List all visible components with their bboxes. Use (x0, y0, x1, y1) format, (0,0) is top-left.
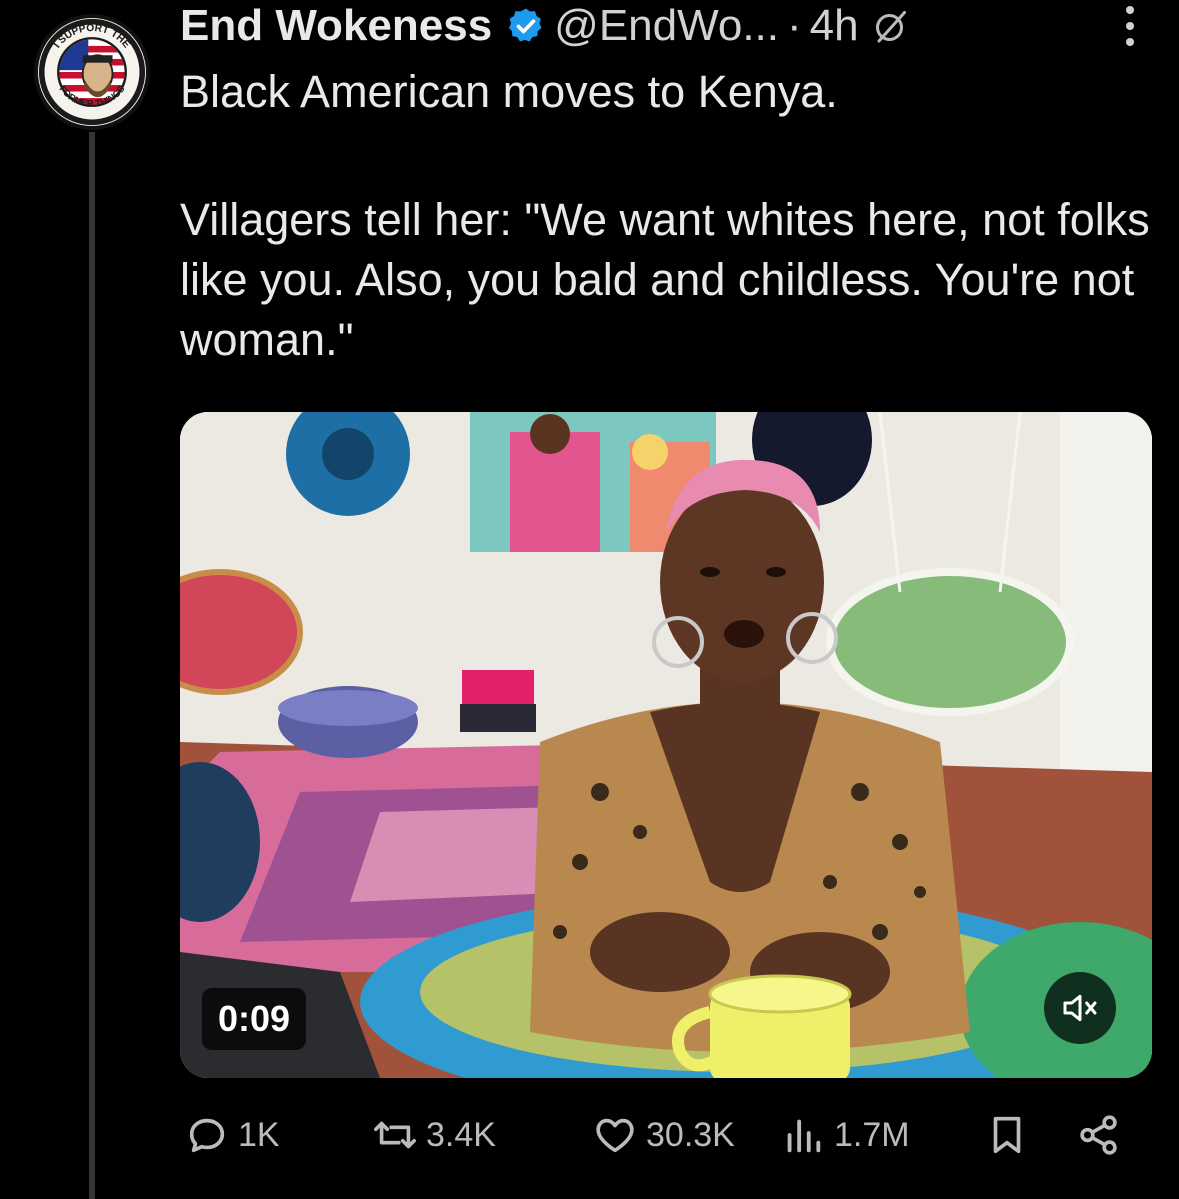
repost-button[interactable]: 3.4K (372, 1112, 496, 1158)
separator-dot: · (787, 1, 802, 50)
mute-button[interactable] (1044, 972, 1116, 1044)
views-icon (787, 1119, 821, 1153)
reply-icon (189, 1118, 225, 1153)
share-button[interactable] (1076, 1112, 1130, 1158)
bookmark-button[interactable] (984, 1112, 1038, 1158)
share-icon (1080, 1115, 1117, 1155)
video-frame (180, 412, 1152, 1078)
views-count: 1.7M (834, 1115, 910, 1154)
avatar-logo: I SUPPORT THE FORMER THINGS (38, 18, 146, 126)
repost-icon (374, 1121, 416, 1149)
like-button[interactable]: 30.3K (592, 1112, 735, 1158)
grok-icon[interactable] (873, 8, 909, 44)
verified-badge-icon (509, 8, 542, 42)
video-player[interactable]: 0:09 (180, 412, 1152, 1078)
reply-count: 1K (238, 1115, 280, 1154)
author-name[interactable]: End Wokeness (180, 1, 492, 51)
more-icon[interactable] (1125, 6, 1135, 46)
mute-icon (1063, 994, 1097, 1022)
video-duration: 0:09 (202, 988, 307, 1050)
post-text-paragraph-2: Villagers tell her: "We want whites here… (180, 194, 1150, 365)
views-button[interactable]: 1.7M (780, 1112, 910, 1158)
like-icon (596, 1118, 634, 1153)
post-header: End Wokeness @EndWo... · 4h (180, 0, 1159, 52)
author-handle[interactable]: @EndWo... (554, 1, 779, 51)
bookmark-icon (993, 1116, 1021, 1154)
thread-line (89, 132, 95, 1199)
action-bar: 1K 3.4K 30.3K 1.7M (180, 1106, 1140, 1170)
like-count: 30.3K (646, 1115, 735, 1154)
reply-button[interactable]: 1K (184, 1112, 280, 1158)
post-text: Black American moves to Kenya. Villagers… (180, 62, 1150, 370)
repost-count: 3.4K (426, 1115, 496, 1154)
avatar[interactable]: I SUPPORT THE FORMER THINGS (34, 14, 150, 130)
post-time[interactable]: 4h (810, 1, 859, 51)
post-text-line-1: Black American moves to Kenya. (180, 66, 838, 117)
